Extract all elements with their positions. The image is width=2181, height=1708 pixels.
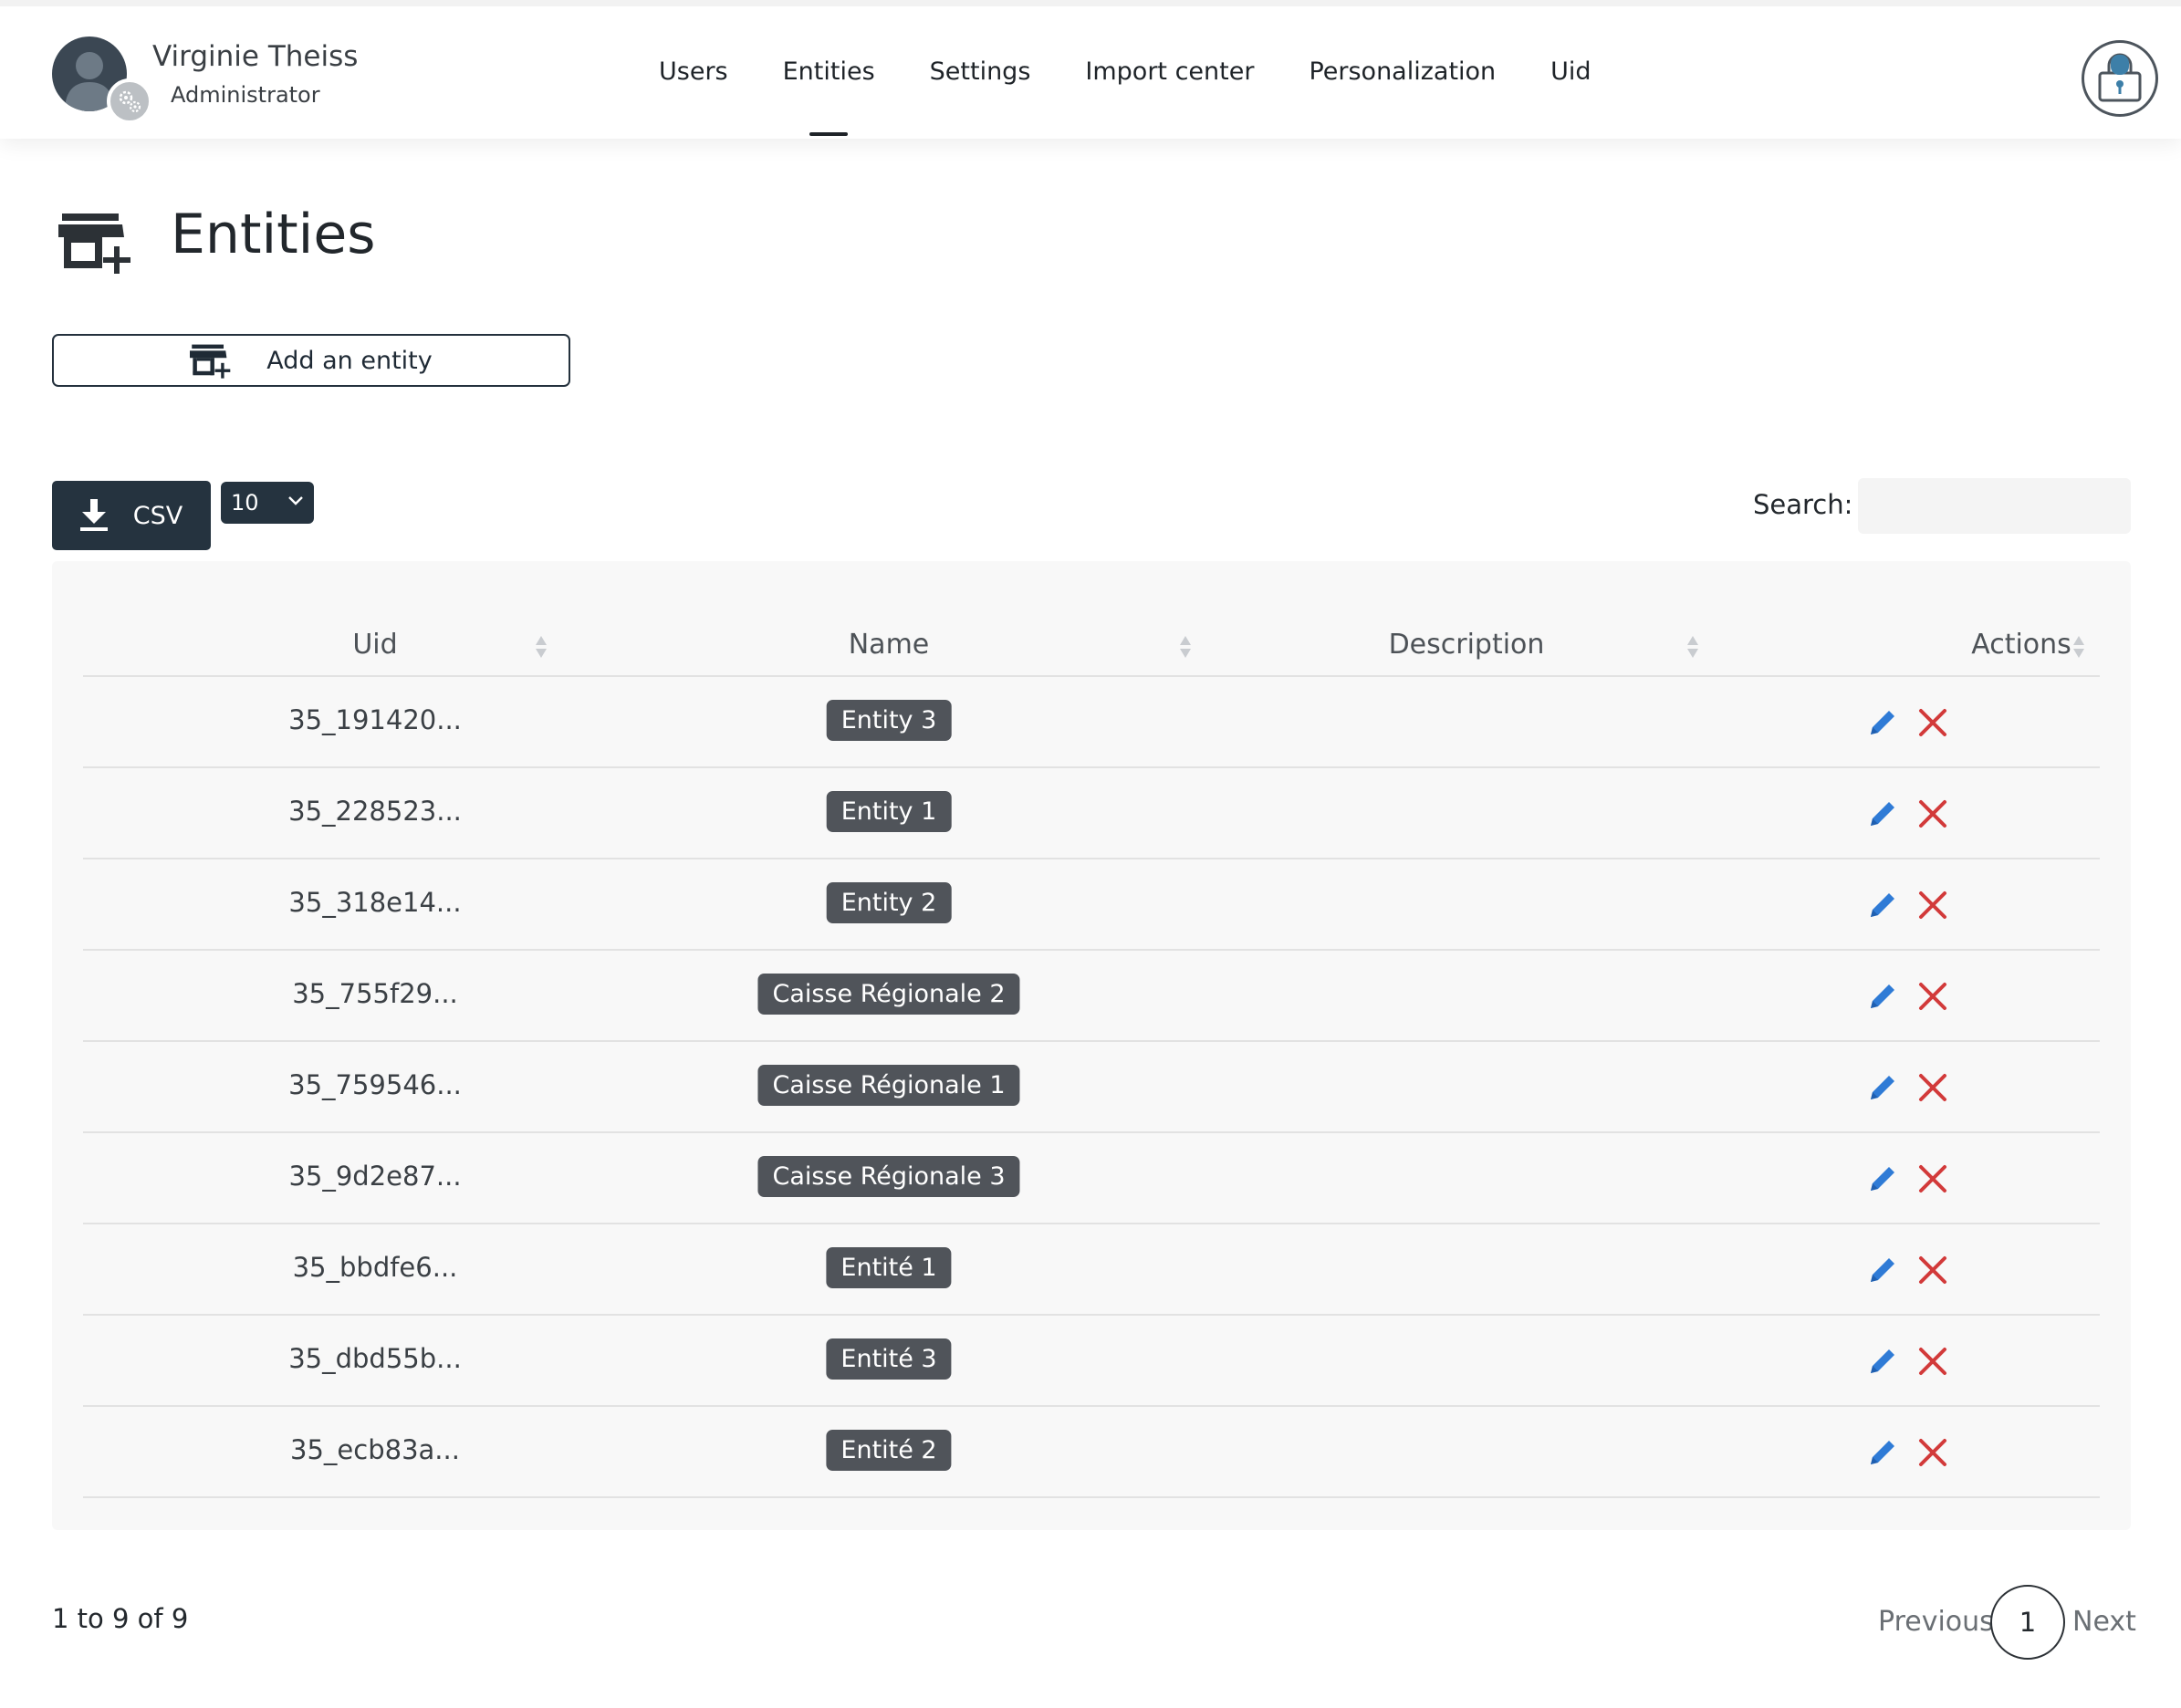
column-header-name[interactable]: Name (849, 629, 930, 661)
nav-entities[interactable]: Entities (783, 57, 875, 112)
close-icon[interactable] (1917, 1437, 1948, 1468)
uid-cell: 35_9d2e87... (288, 1161, 462, 1192)
entity-name-badge: Entité 1 (826, 1247, 952, 1288)
entity-name-badge: Entity 1 (826, 791, 952, 832)
pencil-icon[interactable] (1867, 798, 1898, 829)
close-icon[interactable] (1917, 707, 1948, 738)
uid-cell: 35_228523... (288, 796, 462, 827)
close-icon[interactable] (1917, 798, 1948, 829)
entity-name-badge: Entity 2 (826, 882, 952, 923)
chevron-down-icon (288, 496, 303, 505)
lock-button[interactable] (2082, 40, 2158, 117)
table-info: 1 to 9 of 9 (52, 1603, 189, 1634)
sort-icon[interactable] (534, 634, 548, 660)
table-row: 35_bbdfe6... Entité 1 (83, 1224, 2100, 1316)
uid-cell: 35_318e14... (288, 887, 462, 918)
close-icon[interactable] (1917, 1072, 1948, 1103)
close-icon[interactable] (1917, 1163, 1948, 1194)
column-header-uid[interactable]: Uid (352, 629, 397, 661)
sort-icon[interactable] (2071, 634, 2086, 660)
table-header: Uid Name Description Actions (83, 601, 2100, 677)
pencil-icon[interactable] (1867, 1255, 1898, 1286)
close-icon[interactable] (1917, 981, 1948, 1012)
table-row: 35_9d2e87... Caisse Régionale 3 (83, 1133, 2100, 1224)
entity-name-badge: Entité 3 (826, 1338, 952, 1380)
uid-cell: 35_759546... (288, 1069, 462, 1100)
pencil-icon[interactable] (1867, 707, 1898, 738)
entity-name-badge: Caisse Régionale 1 (757, 1065, 1020, 1106)
page-number-button[interactable]: 1 (1990, 1585, 2065, 1660)
nav-settings[interactable]: Settings (930, 57, 1031, 112)
download-icon (79, 499, 108, 532)
uid-cell: 35_191420... (288, 704, 462, 735)
entities-table: Uid Name Description Actions 35_191420..… (52, 561, 2131, 1530)
close-icon[interactable] (1917, 1346, 1948, 1377)
main-nav: Users Entities Settings Import center Pe… (659, 57, 1646, 112)
pencil-icon[interactable] (1867, 1346, 1898, 1377)
entity-name-badge: Entity 3 (826, 700, 952, 741)
page-length-select[interactable]: 10 (221, 482, 314, 524)
entity-name-badge: Entité 2 (826, 1430, 952, 1471)
store-add-icon (190, 342, 232, 379)
user-profile[interactable]: Virginie Theiss Administrator (52, 36, 362, 124)
search-label: Search: (1753, 489, 1853, 520)
pencil-icon[interactable] (1867, 1437, 1898, 1468)
page-length-value: 10 (231, 490, 259, 516)
previous-page-button[interactable]: Previous (1878, 1606, 1994, 1638)
sort-icon[interactable] (1685, 634, 1700, 660)
page-title: Entities (171, 203, 376, 266)
table-row: 35_191420... Entity 3 (83, 677, 2100, 768)
entity-name-badge: Caisse Régionale 2 (757, 974, 1020, 1015)
admin-gear-icon (107, 78, 152, 124)
nav-import-center[interactable]: Import center (1085, 57, 1254, 112)
store-add-icon (57, 210, 133, 277)
entity-name-badge: Caisse Régionale 3 (757, 1156, 1020, 1197)
uid-cell: 35_ecb83a... (290, 1434, 460, 1465)
nav-uid[interactable]: Uid (1550, 57, 1591, 112)
sort-icon[interactable] (1178, 634, 1193, 660)
nav-users[interactable]: Users (659, 57, 728, 112)
close-icon[interactable] (1917, 1255, 1948, 1286)
user-name: Virginie Theiss (152, 40, 359, 73)
column-header-description[interactable]: Description (1389, 629, 1545, 661)
pencil-icon[interactable] (1867, 1163, 1898, 1194)
top-navbar: Virginie Theiss Administrator Users Enti… (0, 0, 2181, 139)
pencil-icon[interactable] (1867, 890, 1898, 921)
close-icon[interactable] (1917, 890, 1948, 921)
table-row: 35_ecb83a... Entité 2 (83, 1407, 2100, 1498)
add-entity-label: Add an entity (266, 346, 433, 375)
table-row: 35_755f29... Caisse Régionale 2 (83, 951, 2100, 1042)
lock-icon (2098, 53, 2142, 102)
nav-personalization[interactable]: Personalization (1309, 57, 1496, 112)
csv-export-button[interactable]: CSV (52, 481, 211, 550)
uid-cell: 35_bbdfe6... (292, 1252, 458, 1283)
next-page-button[interactable]: Next (2072, 1606, 2136, 1638)
column-header-actions[interactable]: Actions (1971, 629, 2071, 661)
table-row: 35_318e14... Entity 2 (83, 859, 2100, 951)
uid-cell: 35_dbd55b... (288, 1343, 462, 1374)
table-row: 35_759546... Caisse Régionale 1 (83, 1042, 2100, 1133)
pencil-icon[interactable] (1867, 981, 1898, 1012)
pencil-icon[interactable] (1867, 1072, 1898, 1103)
add-entity-button[interactable]: Add an entity (52, 334, 570, 387)
table-row: 35_dbd55b... Entité 3 (83, 1316, 2100, 1407)
user-role: Administrator (171, 82, 320, 108)
table-row: 35_228523... Entity 1 (83, 768, 2100, 859)
uid-cell: 35_755f29... (292, 978, 458, 1009)
search-input[interactable] (1858, 478, 2131, 534)
csv-label: CSV (132, 501, 183, 530)
